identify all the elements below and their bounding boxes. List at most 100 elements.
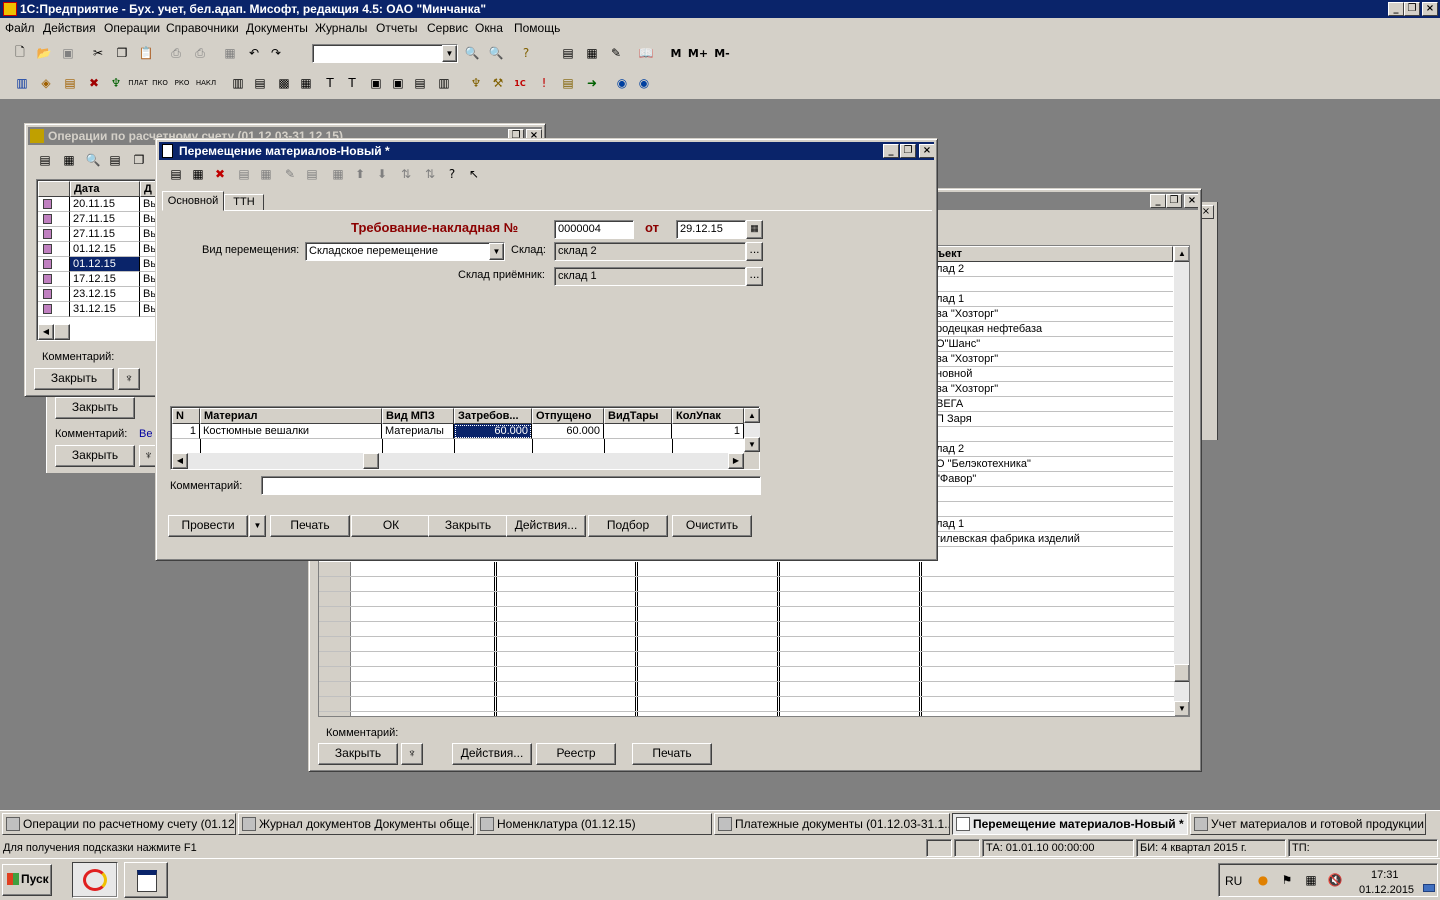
ops-filter-icon[interactable]: ▤ [105,150,125,170]
journal-row[interactable]: ва "Хозторг" [933,352,1173,367]
main-close-button[interactable]: × [919,144,934,158]
payment-order-icon[interactable]: ПЛАТ [128,73,148,93]
behind-close-button-2[interactable]: Закрыть [55,445,135,467]
journal-row[interactable]: "Фавор" [933,472,1173,487]
grid-vscroll-down[interactable]: ▼ [744,437,760,452]
clock-date[interactable]: 01.12.2015 [1359,884,1414,896]
journal-row[interactable]: лад 1 [933,292,1173,307]
app-minimize-button[interactable]: _ [1388,2,1404,16]
memory-button[interactable]: M [666,43,686,63]
ops-hscroll-thumb[interactable] [54,324,70,340]
menu-service[interactable]: Сервис [427,20,468,36]
delete-marked-icon[interactable]: ✖ [84,73,104,93]
report-3-icon[interactable]: ▩ [274,73,294,93]
report-1-icon[interactable]: ▥ [228,73,248,93]
ops-find-icon[interactable]: 🔍 [83,150,103,170]
main-restore-button[interactable]: ❐ [900,144,916,158]
behind-close-button[interactable]: Закрыть [55,397,135,419]
row1-type[interactable]: Материалы [382,424,454,439]
row1-n[interactable]: 1 [172,424,200,439]
globe-1-icon[interactable]: ◉ [612,73,632,93]
edit-icon[interactable]: ✎ [606,43,626,63]
task-materials-accounting[interactable]: Учет материалов и готовой продукции... [1190,813,1426,835]
ops-row-date[interactable]: 20.11.15 [70,197,140,212]
task-material-transfer[interactable]: Перемещение материалов-Новый * [952,813,1188,835]
col-material[interactable]: Материал [200,408,382,424]
tool-alert-icon[interactable]: ! [534,73,554,93]
journal-icon[interactable]: ▤ [60,73,80,93]
post-dropdown-button[interactable]: ▼ [249,515,266,537]
tab-ttn[interactable]: ТТН [224,194,264,211]
cut-icon[interactable]: ✂ [88,43,108,63]
move-down-icon[interactable]: ⬇ [372,164,392,184]
ops-row-icon[interactable] [38,197,70,212]
menu-help[interactable]: Помощь [514,20,560,36]
journal-actions-button[interactable]: Действия... [452,743,532,765]
calendar-icon[interactable]: ▦ [582,43,602,63]
book-icon[interactable]: 📖 [636,43,656,63]
print-icon[interactable]: ⎙ [166,43,186,63]
grid-vscroll-track[interactable] [744,423,760,437]
close-button[interactable]: Закрыть [428,515,508,537]
journal-vscroll-track[interactable] [1174,262,1189,702]
save-icon[interactable]: ▣ [58,43,78,63]
show-desktop-icon[interactable] [1423,884,1435,892]
tool-arrow-icon[interactable]: ➜ [582,73,602,93]
journal-vscroll-down[interactable]: ▼ [1174,701,1189,716]
menu-actions[interactable]: Действия [43,20,96,36]
ops-row-date[interactable]: 23.12.15 [70,287,140,302]
journal-row[interactable]: П Заря [933,412,1173,427]
row1-tare[interactable] [604,424,672,439]
journal-row[interactable]: новной [933,367,1173,382]
chevron-down-icon[interactable]: ▼ [489,243,504,260]
lang-indicator[interactable]: RU [1225,874,1242,888]
ops-row-icon[interactable] [38,272,70,287]
warehouse-field[interactable]: склад 2 [554,242,746,261]
journal-row[interactable]: О "Белэкотехника" [933,457,1173,472]
memory-minus-button[interactable]: M- [712,43,732,63]
col-requested[interactable]: Затребов... [454,408,532,424]
report-4-icon[interactable]: ▦ [296,73,316,93]
grid-hscroll-right[interactable]: ▶ [728,453,744,469]
open-folder-icon[interactable]: 📂 [34,43,54,63]
find-next-icon[interactable]: 🔍 [486,43,506,63]
doc-number-field[interactable]: 0000004 [554,220,634,239]
ops-row-date[interactable]: 27.11.15 [70,212,140,227]
ops-row-icon[interactable] [38,257,70,272]
grid-hscroll-left[interactable]: ◀ [172,453,188,469]
journal-row[interactable]: О"Шанс" [933,337,1173,352]
grid-hscroll-track[interactable] [188,453,728,469]
copy-icon[interactable]: ❐ [112,43,132,63]
rko-icon[interactable]: РКО [172,73,192,93]
doc-help-icon[interactable]: ? [442,164,462,184]
ops-hscroll-left[interactable]: ◀ [38,324,54,340]
receiver-select-button[interactable]: ... [746,267,763,286]
chevron-down-icon[interactable]: ▼ [442,45,457,62]
ops-close-button-bottom[interactable]: Закрыть [34,368,114,390]
journal-print-button[interactable]: Печать [632,743,712,765]
ops-row-icon[interactable] [38,287,70,302]
ops-copy-icon[interactable]: ❐ [129,150,149,170]
col-tare[interactable]: ВидТары [604,408,672,424]
journal-row[interactable] [933,502,1173,517]
journal-minimize-button[interactable]: _ [1150,194,1166,208]
journal-vscroll-thumb[interactable] [1174,664,1189,682]
report-2-icon[interactable]: ▤ [250,73,270,93]
chart-of-accounts-icon[interactable]: ▥ [12,73,32,93]
task-doc-journal[interactable]: Журнал документов Документы обще... [238,813,474,835]
grid-hscroll-thumb[interactable] [363,453,379,469]
ops-edit-icon[interactable]: ▦ [59,150,79,170]
menu-file[interactable]: Файл [5,20,35,36]
move-type-select[interactable]: Складское перемещение [305,242,505,261]
tool-bank-icon[interactable]: ▤ [558,73,578,93]
menu-windows[interactable]: Окна [475,20,503,36]
journal-restore-button[interactable]: ❐ [1166,194,1182,208]
report-7-icon[interactable]: ▣ [366,73,386,93]
sort-desc-icon[interactable]: ⇅ [420,164,440,184]
main-minimize-button[interactable]: _ [883,144,899,158]
app-restore-button[interactable]: ❐ [1404,2,1420,16]
clock-time[interactable]: 17:31 [1371,869,1399,881]
volume-muted-icon[interactable]: 🔇 [1325,870,1345,890]
report-6-icon[interactable]: T [342,73,362,93]
ops-row-icon[interactable] [38,242,70,257]
